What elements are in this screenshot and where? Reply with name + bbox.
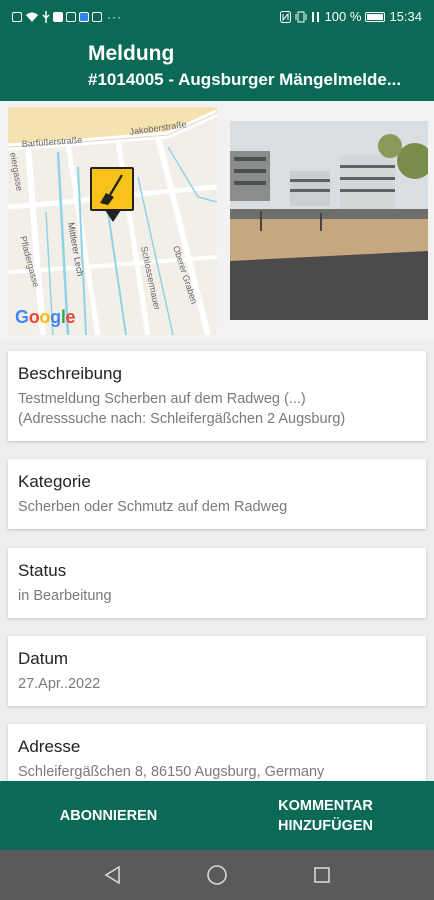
page-title: Meldung: [88, 42, 175, 65]
status-text: in Bearbeitung: [18, 588, 112, 604]
date-card: Datum 27.Apr..2022: [8, 636, 426, 706]
sim-icon: [12, 11, 22, 22]
signal-icon: [311, 11, 319, 22]
bottom-action-bar: ABONNIEREN KOMMENTAR HINZUFÜGEN: [0, 781, 434, 850]
address-text: Schleifergäßchen 8, 86150 Augsburg, Germ…: [18, 764, 325, 780]
nfc-icon: [279, 10, 291, 23]
app-bar: Meldung #1014005 - Augsburger Mängelmeld…: [0, 33, 434, 101]
home-circle-icon: [207, 865, 227, 885]
notification-icon: [53, 11, 63, 22]
status-bar: ··· 100 % 15:34: [0, 0, 434, 33]
broom-icon: [100, 174, 123, 205]
back-triangle-icon: [104, 865, 121, 885]
wifi-icon: [26, 12, 38, 22]
status-card: Status in Bearbeitung: [8, 548, 426, 618]
google-logo: Google: [15, 307, 76, 327]
date-text: 27.Apr..2022: [18, 676, 101, 692]
system-nav-bar: [0, 850, 434, 900]
battery-percent: 100 %: [324, 9, 362, 24]
app-notification-icon: [79, 11, 89, 22]
status-right: 100 % 15:34: [279, 9, 422, 24]
vibrate-icon: [295, 11, 307, 22]
recents-button[interactable]: [302, 855, 342, 895]
report-location-marker[interactable]: [90, 167, 134, 222]
description-card: Beschreibung Testmeldung Scherben auf de…: [8, 351, 426, 441]
report-photo[interactable]: [230, 121, 428, 320]
subscribe-label: ABONNIEREN: [59, 807, 158, 824]
media-row: Barfüßerstraße Jakoberstraße Mittlerer L…: [0, 101, 434, 341]
notification-icon: [66, 11, 76, 22]
category-title: Kategorie: [18, 472, 91, 491]
description-title: Beschreibung: [18, 364, 122, 383]
description-text: Testmeldung Scherben auf dem Radweg (...…: [18, 391, 346, 427]
page-subtitle: #1014005 - Augsburger Mängelmelde...: [88, 70, 402, 89]
recents-square-icon: [313, 867, 330, 883]
battery-icon: [365, 11, 386, 22]
usb-icon: [42, 10, 50, 23]
address-card: Adresse Schleifergäßchen 8, 86150 Augsbu…: [8, 724, 426, 781]
category-card: Kategorie Scherben oder Schmutz auf dem …: [8, 459, 426, 529]
add-comment-label-line1: KOMMENTAR: [278, 797, 373, 814]
home-button[interactable]: [197, 855, 237, 895]
address-title: Adresse: [18, 737, 81, 756]
date-title: Datum: [18, 649, 69, 668]
more-notifications-icon: ···: [107, 9, 122, 24]
add-comment-button[interactable]: KOMMENTAR HINZUFÜGEN: [217, 781, 434, 850]
add-comment-label-line2: HINZUFÜGEN: [277, 817, 374, 834]
notification-icon: [92, 11, 102, 22]
status-left-icons: ···: [12, 10, 122, 24]
back-button[interactable]: [92, 855, 132, 895]
category-text: Scherben oder Schmutz auf dem Radweg: [18, 499, 288, 515]
report-details[interactable]: Barfüßerstraße Jakoberstraße Mittlerer L…: [0, 101, 434, 781]
clock: 15:34: [389, 9, 422, 24]
subscribe-button[interactable]: ABONNIEREN: [0, 781, 217, 850]
map-preview[interactable]: Barfüßerstraße Jakoberstraße Mittlerer L…: [8, 107, 217, 335]
status-title: Status: [18, 561, 67, 580]
